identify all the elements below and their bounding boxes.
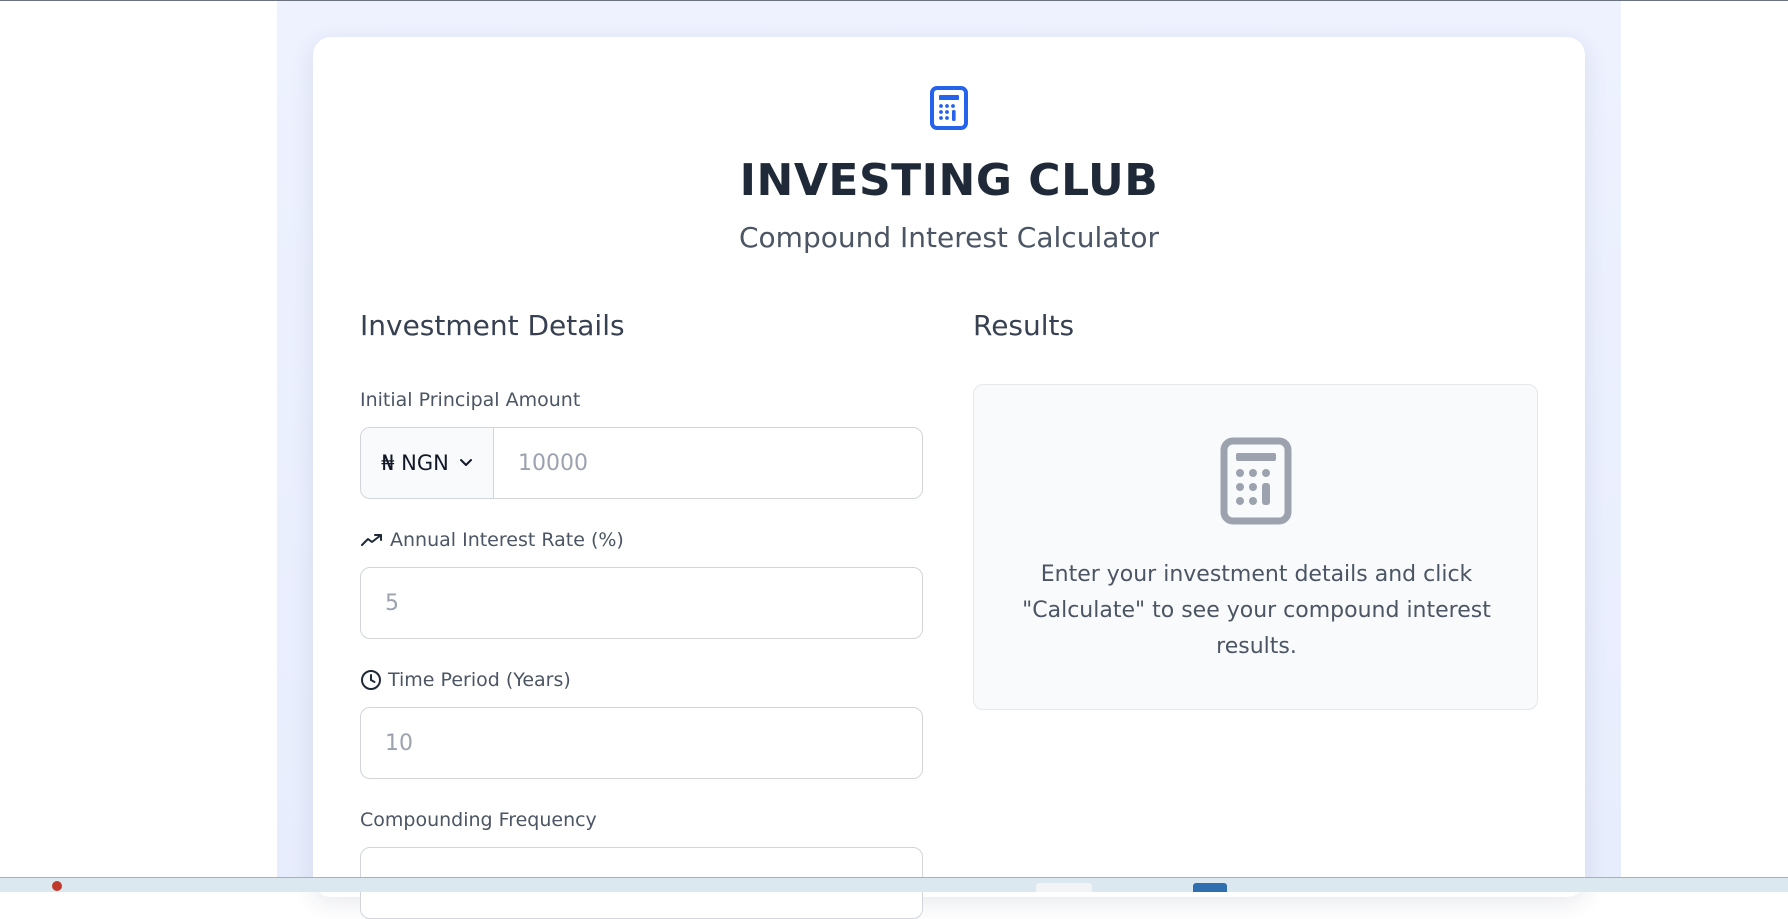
rate-label-text: Annual Interest Rate (%) bbox=[390, 529, 624, 551]
calculator-placeholder-icon bbox=[1220, 437, 1292, 525]
brand-title: INVESTING CLUB bbox=[739, 155, 1159, 206]
investment-details-heading: Investment Details bbox=[360, 309, 625, 342]
results-empty-message: Enter your investment details and click … bbox=[1022, 562, 1491, 659]
period-label-text: Time Period (Years) bbox=[388, 669, 571, 691]
time-period-placeholder: 10 bbox=[385, 731, 413, 756]
interest-rate-input[interactable]: 5 bbox=[360, 567, 923, 639]
clock-icon bbox=[361, 670, 381, 690]
principal-label-text: Initial Principal Amount bbox=[360, 389, 581, 411]
principal-field-group: ₦ NGN 10000 bbox=[360, 427, 923, 499]
principal-amount-input[interactable]: 10000 bbox=[518, 451, 588, 476]
principal-label: Initial Principal Amount bbox=[360, 389, 580, 411]
calculator-icon bbox=[930, 86, 968, 130]
period-label: Time Period (Years) bbox=[360, 669, 571, 691]
rate-label: Annual Interest Rate (%) bbox=[360, 529, 624, 551]
time-period-input[interactable]: 10 bbox=[360, 707, 923, 779]
trending-up-icon bbox=[361, 534, 382, 546]
taskbar-app-icon[interactable] bbox=[52, 881, 62, 891]
currency-select[interactable]: ₦ NGN bbox=[361, 428, 494, 498]
frequency-label: Compounding Frequency bbox=[360, 809, 597, 831]
taskbar bbox=[0, 877, 1788, 892]
calculator-card: INVESTING CLUB Compound Interest Calcula… bbox=[313, 37, 1585, 919]
chevron-down-icon bbox=[459, 459, 472, 466]
currency-selected-value: ₦ NGN bbox=[381, 451, 449, 475]
page-subtitle: Compound Interest Calculator bbox=[738, 221, 1159, 254]
frequency-label-text: Compounding Frequency bbox=[360, 809, 597, 831]
interest-rate-placeholder: 5 bbox=[385, 591, 399, 616]
results-panel: Enter your investment details and click … bbox=[973, 384, 1538, 710]
results-heading: Results bbox=[973, 309, 1075, 342]
